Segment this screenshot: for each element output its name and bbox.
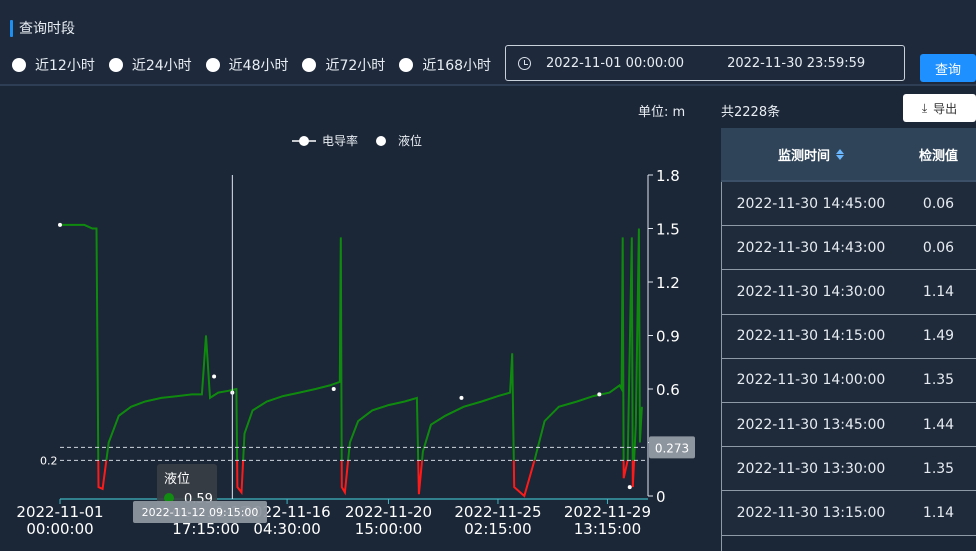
legend-marker-icon [376,136,386,146]
x-tick-time: 00:00:00 [26,520,93,538]
threshold-label: 0.2 [40,454,58,467]
data-point [459,395,464,400]
legend-label: 电导率 [322,133,358,148]
radio-circle-icon [399,58,414,72]
chart-overlay: 0.20.273液位0.592022-11-12 09:15:00 [40,175,695,523]
cell-time: 2022-11-30 14:45:00 [736,195,886,212]
x-tick-date: 2022-11-29 [564,503,651,521]
section-title: 查询时段 [10,18,75,38]
table-header: 监测时间 检测值 [721,128,976,182]
marker-value: 0.273 [655,441,689,455]
table-row[interactable]: 2022-11-30 14:45:00 0.06 [721,182,976,227]
y-tick-label: 0.9 [656,328,680,346]
chart-series [58,222,643,498]
cell-value: 0.06 [922,195,955,212]
data-point [627,485,632,490]
cell-time: 2022-11-30 14:00:00 [736,372,886,389]
table-row[interactable]: 2022-11-30 13:15:00 1.14 [721,491,976,536]
table-border [721,182,722,551]
x-tick-time: 13:15:00 [574,520,641,538]
table-row[interactable]: 2022-11-30 14:43:00 0.06 [721,226,976,271]
radio-circle-icon [205,58,220,72]
chart-legend: 电导率 液位 [292,133,422,148]
radio-circle-icon [108,58,123,72]
radio-range-168h[interactable]: 近168小时 [399,55,491,75]
x-tick-date: 2022-11-01 [16,503,103,521]
legend-label: 液位 [398,133,422,148]
clock-icon [518,56,531,70]
y-tick-label: 0 [656,488,666,506]
data-point [331,387,336,391]
x-tick-date: 2022-11-20 [345,503,432,521]
y-tick-label: 1.8 [656,167,680,185]
cell-value: 1.35 [922,372,955,389]
query-button[interactable]: 查询 [920,54,976,82]
date-range-picker[interactable]: 2022-11-01 00:00:00 2022-11-30 23:59:59 [505,45,905,81]
header-value: 检测值 [918,148,958,164]
legend-marker-icon [299,136,309,146]
radio-range-72h[interactable]: 近72小时 [302,55,385,75]
cell-time: 2022-11-30 13:45:00 [736,416,886,433]
download-icon: ⤓ [921,100,928,115]
section-title-text: 查询时段 [19,21,75,37]
tooltip-series: 液位 [164,472,190,487]
export-button[interactable]: ⤓ 导出 [903,94,976,122]
table-row[interactable]: 2022-11-30 13:45:00 1.44 [721,402,976,448]
cell-time: 2022-11-30 14:15:00 [736,328,886,345]
data-point [58,222,62,227]
level-chart[interactable]: 电导率液位 1.81.51.20.90.60.302022-11-0100:00… [0,88,712,551]
cell-time: 2022-11-30 13:30:00 [736,460,886,477]
cell-value: 1.14 [922,504,955,521]
table-row[interactable]: 2022-11-30 13:30:00 1.35 [721,447,976,492]
level-series-below-line [97,460,636,498]
y-tick-label: 1.2 [656,274,680,292]
start-date[interactable]: 2022-11-01 00:00:00 [546,56,684,71]
x-tick-date: 2022-11-25 [454,503,541,521]
table-row[interactable]: 2022-11-30 14:15:00 1.49 [721,314,976,359]
table-body: 2022-11-30 14:45:00 0.06 2022-11-30 14:43:… [721,182,976,536]
radio-range-24h[interactable]: 近24小时 [108,55,192,75]
cell-value: 1.49 [922,328,955,345]
header-time[interactable]: 监测时间 [721,145,901,164]
table-row[interactable]: 2022-11-30 14:00:00 1.35 [721,358,976,403]
radio-range-48h[interactable]: 近48小时 [205,55,288,75]
total-count: 共2228条 [721,105,781,120]
cell-time: 2022-11-30 14:43:00 [736,239,886,256]
y-tick-label: 0.6 [656,381,680,399]
radio-range-12h[interactable]: 近12小时 [12,55,95,75]
radio-circle-icon [302,58,317,72]
data-table: 监测时间 检测值 2022-11-30 14:45:00 0.06 2022-11-… [721,128,976,551]
data-point [212,374,217,379]
cell-time: 2022-11-30 13:15:00 [736,504,886,521]
x-tick-time: 02:15:00 [464,520,531,538]
query-panel: 查询时段 近12小时 近24小时 近48小时 近72小时 近168小时 2022… [0,0,976,86]
cell-value: 1.44 [922,416,955,433]
cell-value: 1.35 [922,460,955,477]
cell-value: 1.14 [922,283,955,300]
title-accent-bar [10,19,13,37]
radio-circle-icon [12,58,26,72]
level-series-line [60,223,643,461]
chart-axes: 1.81.51.20.90.60.302022-11-0100:00:00202… [16,167,679,538]
y-tick-label: 1.5 [656,221,680,239]
end-date[interactable]: 2022-11-30 23:59:59 [727,56,865,71]
data-point [597,392,602,397]
export-button-label: 导出 [933,101,958,116]
tooltip-time: 2022-11-12 09:15:00 [142,506,259,519]
cell-value: 0.06 [922,239,955,256]
range-radio-group: 近12小时 近24小时 近48小时 近72小时 近168小时 [12,55,491,75]
sort-icon[interactable] [836,148,844,160]
cell-time: 2022-11-30 14:30:00 [736,283,886,300]
table-row[interactable]: 2022-11-30 14:30:00 1.14 [721,270,976,315]
x-tick-time: 15:00:00 [355,520,422,538]
